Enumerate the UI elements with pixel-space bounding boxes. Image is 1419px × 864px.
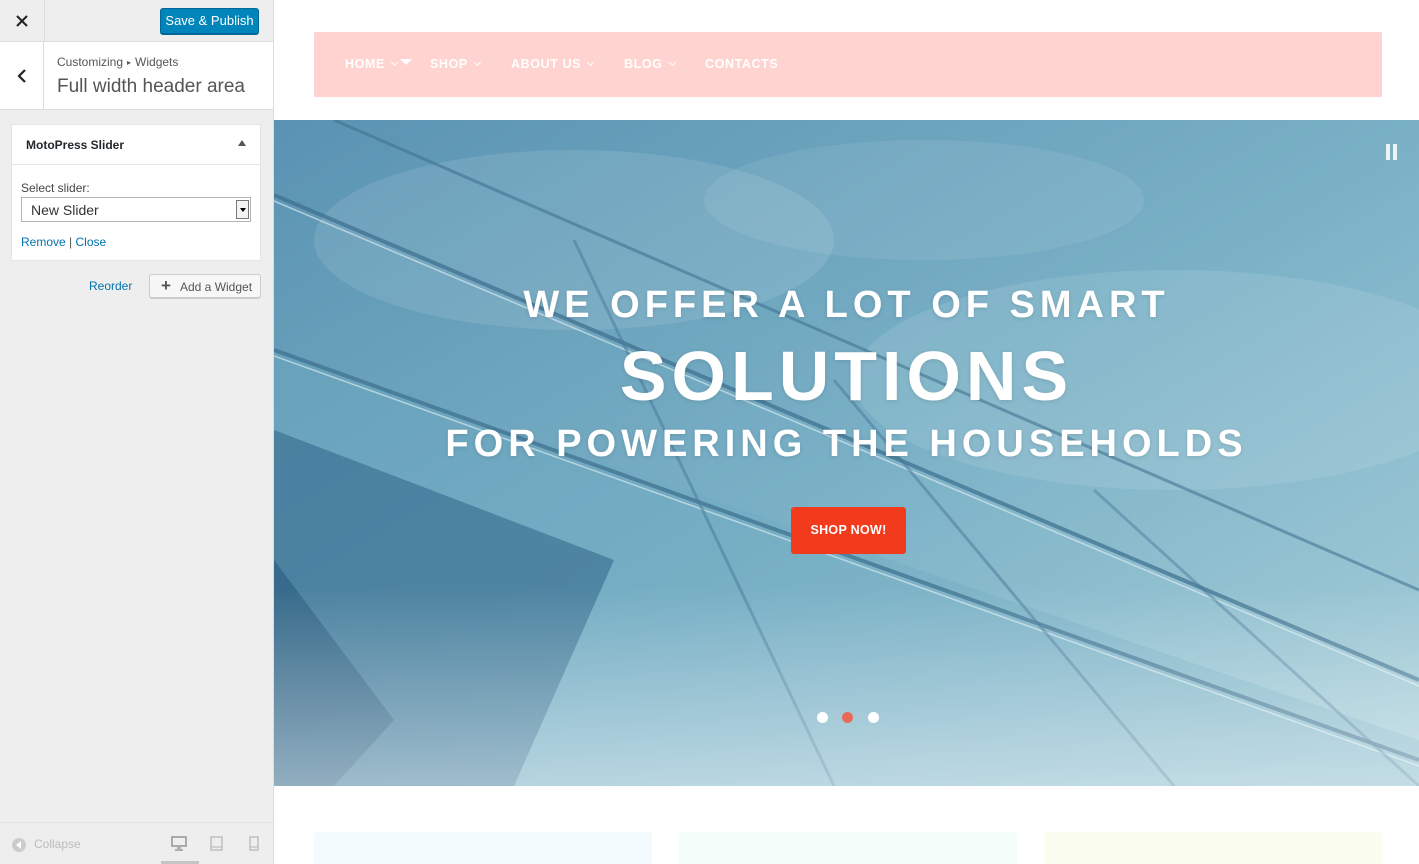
back-button[interactable] [0, 42, 44, 109]
feature-box-3 [1044, 832, 1382, 864]
nav-active-pointer [400, 59, 412, 65]
add-widget-label: Add a Widget [180, 280, 253, 294]
breadcrumb-customizing: Customizing [57, 55, 124, 69]
chevron-down-icon [587, 58, 595, 67]
remove-link[interactable]: Remove [21, 235, 66, 249]
slider-dot-3[interactable] [868, 712, 879, 723]
customizer-sidebar: Save & Publish Customizing ▸ Widgets Full … [0, 0, 274, 864]
nav-home[interactable]: HOME [345, 57, 398, 71]
nav-blog[interactable]: BLOG [624, 57, 676, 71]
collapse-arrow-icon[interactable] [238, 140, 246, 146]
main-navigation: HOME SHOP ABOUT US BLOG CONTACTS [314, 32, 1382, 97]
plus-icon: + [161, 276, 171, 295]
hero-slider: WE OFFER A LOT OF SMART SOLUTIONS FOR PO… [274, 120, 1419, 786]
dropdown-arrow-icon[interactable] [236, 200, 249, 219]
nav-about-us[interactable]: ABOUT US [511, 57, 595, 71]
hero-heading-line-1: WE OFFER A LOT OF SMART [523, 284, 1170, 326]
collapse-button[interactable]: Collapse [12, 837, 81, 852]
nav-home-label: HOME [345, 57, 385, 71]
collapse-label: Collapse [34, 837, 81, 851]
section-header: Customizing ▸ Widgets Full width header ar… [0, 42, 273, 110]
slider-dot-1[interactable] [817, 712, 828, 723]
nav-shop[interactable]: SHOP [430, 57, 481, 71]
slider-dot-2[interactable] [842, 712, 853, 723]
section-title: Full width header area [57, 76, 245, 97]
breadcrumb-separator: ▸ [127, 58, 132, 67]
mobile-preview-button[interactable] [249, 836, 259, 856]
nav-shop-label: SHOP [430, 57, 468, 71]
close-link[interactable]: Close [76, 235, 107, 249]
mobile-icon [249, 836, 259, 851]
nav-about-label: ABOUT US [511, 57, 582, 71]
reorder-link[interactable]: Reorder [89, 279, 132, 293]
collapse-arrow-icon [12, 837, 26, 852]
nav-contacts-label: CONTACTS [705, 57, 779, 71]
widget-title: MotoPress Slider [26, 138, 125, 152]
close-customizer-button[interactable] [0, 0, 45, 41]
customizer-footer: Collapse [0, 822, 273, 864]
feature-box-1 [314, 832, 652, 864]
site-preview: HOME SHOP ABOUT US BLOG CONTACTS WE OFFE… [274, 0, 1419, 864]
pause-icon[interactable] [1386, 144, 1397, 160]
select-slider-label: Select slider: [21, 181, 90, 195]
tablet-preview-button[interactable] [210, 836, 223, 856]
widget-header[interactable]: MotoPress Slider [12, 125, 260, 165]
save-publish-button[interactable]: Save & Publish [160, 8, 259, 34]
slider-select[interactable]: New Slider [21, 197, 251, 222]
chevron-down-icon [473, 58, 481, 67]
add-widget-button[interactable]: + Add a Widget [149, 274, 261, 298]
link-separator: | [69, 235, 73, 249]
desktop-icon [171, 836, 187, 851]
chevron-down-icon [668, 58, 676, 67]
motopress-slider-widget: MotoPress Slider Select slider: New Slid… [11, 124, 261, 261]
tablet-icon [210, 836, 223, 851]
shop-now-button[interactable]: SHOP NOW! [791, 507, 906, 554]
slider-select-value: New Slider [31, 202, 99, 218]
feature-box-2 [679, 832, 1017, 864]
chevron-left-icon [16, 68, 26, 83]
chevron-down-icon [390, 58, 398, 67]
nav-blog-label: BLOG [624, 57, 663, 71]
close-icon [16, 14, 28, 27]
breadcrumb-widgets: Widgets [135, 55, 179, 69]
hero-heading-line-2: SOLUTIONS [619, 337, 1074, 415]
hero-heading-line-3: FOR POWERING THE HOUSEHOLDS [445, 423, 1248, 465]
nav-contacts[interactable]: CONTACTS [705, 57, 778, 71]
widget-actions: Remove | Close [21, 235, 106, 249]
desktop-preview-button[interactable] [171, 836, 187, 856]
customizer-header: Save & Publish [0, 0, 273, 42]
breadcrumb: Customizing ▸ Widgets [57, 55, 178, 69]
